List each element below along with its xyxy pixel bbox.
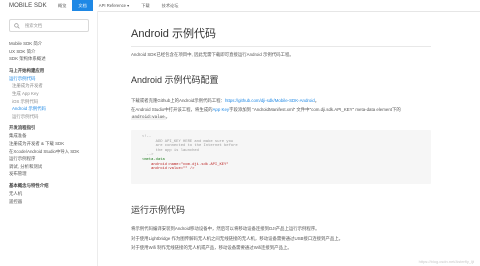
nav-overview[interactable]: 概览 — [52, 0, 72, 11]
sidebar-heading-dev-guide: 开发流程指引 — [9, 125, 36, 131]
sidebar-heading-concepts: 基本概念与特性介绍 — [9, 182, 49, 188]
appkey-paragraph: 在Android Studio中打开该工程，将生成的App Key字段添加到 "… — [131, 107, 401, 120]
sidebar-item-register-download[interactable]: 注册成为开发者 & 下载 SDK — [0, 140, 97, 148]
nav-forum[interactable]: 技术论坛 — [156, 0, 185, 11]
github-link[interactable]: https://github.com/dji-sdk/Mobile-SDK-An… — [225, 98, 315, 103]
nav-download[interactable]: 下载 — [135, 0, 155, 11]
sidebar-item-run-sample-app[interactable]: 运行示例程序 — [0, 155, 97, 163]
docs-sidebar: 搜索文档 Mobile SDK 简介 UX SDK 简介 SDK 架构体系概述 … — [0, 11, 98, 266]
sidebar-item-aircraft[interactable]: 无人机 — [0, 190, 97, 198]
search-input[interactable]: 搜索文档 — [25, 23, 42, 29]
run-paragraph-3: 对于使用Wifi 制作无线链接的无人机或产品，移动设备需要通过Wifi连接到产品… — [131, 245, 292, 250]
sidebar-heading-getting-started: 马上开始构建应用 — [9, 67, 45, 73]
sidebar-item-import-sdk[interactable]: 在Xcode/Android Studio中导入 SDK — [0, 148, 97, 156]
sidebar-item-run-sample[interactable]: 运行示例代码 — [0, 75, 97, 83]
sidebar-item-generate-app-key[interactable]: 生成 App Key — [0, 90, 97, 98]
watermark-text: https://blog.csdn.net/Asterfly_ljt — [418, 259, 474, 264]
main-content: Android 示例代码 Android SDK已经包含在项目中, 因此无需下载… — [131, 11, 431, 252]
sidebar-item-remote-controller[interactable]: 遥控器 — [0, 198, 97, 206]
main-nav: 概览 文档 API Reference ▾ 下载 技术论坛 — [52, 0, 184, 11]
app-key-link[interactable]: App Key — [213, 107, 230, 112]
sidebar-item-release[interactable]: 发布管理 — [0, 170, 97, 178]
sidebar-item-debug-test[interactable]: 调试, 分析和测试 — [0, 163, 97, 171]
sidebar-item-run-sample-sub[interactable]: 运行示例代码 — [0, 113, 97, 121]
nav-api-reference[interactable]: API Reference ▾ — [93, 0, 136, 11]
sidebar-item-mobile-sdk-intro[interactable]: Mobile SDK 简介 — [0, 40, 97, 48]
sidebar-item-sdk-architecture[interactable]: SDK 架构体系概述 — [0, 55, 97, 63]
sidebar-item-ux-sdk-intro[interactable]: UX SDK 简介 — [0, 48, 97, 56]
nav-docs[interactable]: 文档 — [72, 0, 93, 11]
sidebar-item-ios-sample[interactable]: iOS 示例代码 — [0, 98, 97, 106]
search-icon — [14, 22, 22, 30]
sidebar-item-android-sample[interactable]: Android 示例代码 — [0, 105, 97, 113]
site-logo[interactable]: MOBILE SDK — [9, 3, 52, 9]
sidebar-item-integration-prep[interactable]: 集成准备 — [0, 132, 97, 140]
code-block: <!-- ADD API_KEY HERE and make sure you … — [131, 130, 431, 184]
section-title-config: Android 示例代码配置 — [131, 74, 219, 85]
search-box[interactable]: 搜索文档 — [9, 19, 89, 32]
inline-code: android:value — [131, 115, 166, 120]
section-title-run: 运行示例代码 — [131, 205, 186, 215]
sidebar-item-register-developer[interactable]: 注册成为开发者 — [0, 82, 97, 90]
page-title: Android 示例代码 — [131, 28, 216, 40]
